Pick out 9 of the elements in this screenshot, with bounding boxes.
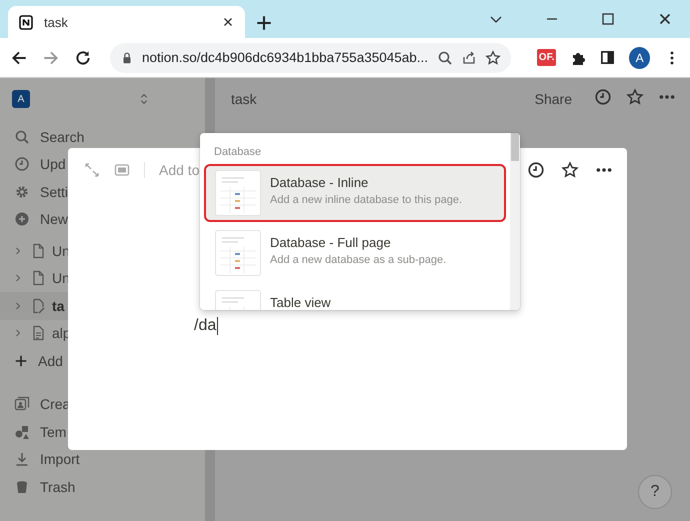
menu-item-title: Database - Inline	[270, 175, 370, 190]
tab-title: task	[44, 14, 69, 30]
url-text: notion.so/dc4b906dc6934b1bba755a35045ab...	[142, 50, 429, 65]
menu-item-description: Add a new inline database to this page.	[270, 194, 462, 206]
menu-section-label: Database	[213, 145, 262, 160]
menu-item-title: Database - Full page	[270, 235, 392, 250]
menu-item-description: Add a new database as a sub-page.	[270, 254, 446, 266]
page-title: task	[231, 90, 258, 107]
menu-item-title: Table view	[270, 295, 331, 310]
